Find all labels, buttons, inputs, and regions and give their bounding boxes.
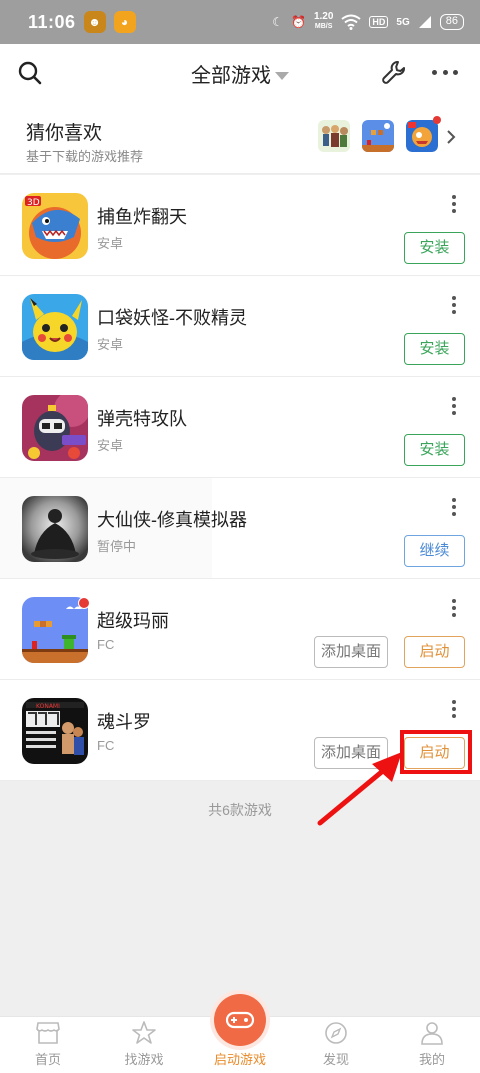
star-icon <box>132 1021 156 1044</box>
more-menu-icon[interactable] <box>432 70 458 76</box>
update-badge-dot <box>78 597 90 609</box>
total-games-count: 共6款游戏 <box>208 802 272 818</box>
game-name: 口袋妖怪-不败精灵 <box>97 308 247 328</box>
game-platform: 安卓 <box>97 236 124 251</box>
game-list: 3D 捕鱼炸翻天 安卓 安装 口袋妖怪-不败精灵 安卓 安装 弹壳特攻队 安卓 … <box>0 175 480 781</box>
game-icon-shooter[interactable] <box>22 395 88 461</box>
game-status: 暂停中 <box>97 539 137 554</box>
more-options-icon[interactable] <box>451 397 457 415</box>
chevron-right-icon[interactable] <box>446 130 456 144</box>
game-platform: FC <box>97 637 115 652</box>
nav-home[interactable]: 首页 <box>0 1017 96 1073</box>
game-platform: FC <box>97 738 115 753</box>
network-type: 5G <box>396 16 410 28</box>
recommended-game-thumbnail[interactable] <box>318 120 350 152</box>
game-platform: 安卓 <box>97 337 124 352</box>
game-icon-cultivator[interactable] <box>22 496 88 562</box>
hd-badge: HD <box>369 16 389 28</box>
add-to-desktop-button[interactable]: 添加桌面 <box>314 636 388 668</box>
nav-discover-label: 发现 <box>322 1052 349 1067</box>
recommend-thumbnails[interactable] <box>318 116 441 152</box>
more-options-icon[interactable] <box>451 599 457 617</box>
notification-app-icon: ☻ <box>83 11 106 33</box>
recommended-game-thumbnail[interactable] <box>406 116 441 152</box>
nav-find-games[interactable]: 找游戏 <box>96 1017 192 1073</box>
page-title[interactable]: 全部游戏 <box>191 65 271 87</box>
gamepad-icon <box>225 1011 255 1029</box>
game-platform: 安卓 <box>97 438 124 453</box>
install-button[interactable]: 安装 <box>404 434 465 466</box>
game-icon-contra[interactable]: KONAMI <box>22 698 88 764</box>
recommend-section[interactable]: 猜你喜欢 基于下载的游戏推荐 <box>0 102 480 174</box>
game-name: 大仙侠-修真模拟器 <box>97 510 247 530</box>
game-row[interactable]: 口袋妖怪-不败精灵 安卓 安装 <box>0 276 480 377</box>
wifi-icon <box>341 14 362 30</box>
nav-find-games-label: 找游戏 <box>124 1052 164 1067</box>
install-button[interactable]: 安装 <box>404 333 465 365</box>
game-row[interactable]: 弹壳特攻队 安卓 安装 <box>0 377 480 478</box>
recommend-title: 猜你喜欢 <box>26 123 103 144</box>
launch-button[interactable]: 启动 <box>404 636 465 668</box>
page-title-dropdown[interactable]: 全部游戏 <box>0 59 480 88</box>
game-name: 捕鱼炸翻天 <box>97 207 187 227</box>
wrench-icon[interactable] <box>381 59 407 85</box>
recommended-game-thumbnail[interactable] <box>362 120 394 152</box>
game-name: 超级玛丽 <box>97 611 169 631</box>
more-options-icon[interactable] <box>451 296 457 314</box>
compass-icon <box>325 1022 347 1044</box>
speed-value: 1.20 <box>313 11 334 22</box>
game-name: 魂斗罗 <box>97 712 151 732</box>
game-row[interactable]: 3D 捕鱼炸翻天 安卓 安装 <box>0 175 480 276</box>
highlight-box <box>400 730 472 774</box>
game-row[interactable]: 超级玛丽 FC 添加桌面 启动 <box>0 579 480 680</box>
network-speed: 1.20 MB/S <box>314 12 333 32</box>
svg-text:3D: 3D <box>27 198 40 208</box>
nav-mine[interactable]: 我的 <box>384 1017 480 1073</box>
alarm-icon: ⏰ <box>290 15 306 29</box>
more-options-icon[interactable] <box>451 498 457 516</box>
caret-down-icon[interactable] <box>275 72 289 81</box>
new-badge-dot <box>433 116 441 124</box>
moon-icon: ☾ <box>272 15 283 29</box>
notification-app-icon: ◕ <box>113 11 136 33</box>
svg-text:KONAMI: KONAMI <box>36 703 60 710</box>
speed-unit: MB/S <box>314 23 333 30</box>
store-icon <box>36 1022 60 1044</box>
add-to-desktop-button[interactable]: 添加桌面 <box>314 737 388 769</box>
game-icon-super-mario[interactable] <box>22 597 88 663</box>
top-bar: 全部游戏 <box>0 44 480 102</box>
status-time: 11:06 <box>28 11 76 32</box>
nav-launch-games-label: 启动游戏 <box>213 1052 266 1067</box>
game-icon-pikachu[interactable] <box>22 294 88 360</box>
install-button[interactable]: 安装 <box>404 232 465 264</box>
person-icon <box>421 1022 443 1045</box>
nav-mine-label: 我的 <box>418 1052 445 1067</box>
game-icon-fish[interactable]: 3D <box>22 193 88 259</box>
more-options-icon[interactable] <box>451 195 457 213</box>
nav-discover[interactable]: 发现 <box>288 1017 384 1073</box>
launch-games-center-button[interactable] <box>214 994 266 1046</box>
continue-download-button[interactable]: 继续 <box>404 535 465 567</box>
game-name: 弹壳特攻队 <box>97 409 187 429</box>
nav-home-label: 首页 <box>34 1052 61 1067</box>
more-options-icon[interactable] <box>451 700 457 718</box>
signal-icon <box>418 16 431 28</box>
battery-indicator: 86 <box>439 14 464 30</box>
game-row[interactable]: KONAMI 魂斗罗 FC 添加桌面 启动 <box>0 680 480 781</box>
recommend-subtitle: 基于下载的游戏推荐 <box>26 149 144 164</box>
game-row[interactable]: 大仙侠-修真模拟器 暂停中 继续 <box>0 478 480 579</box>
status-bar: 11:06 ☻ ◕ ☾ ⏰ 1.20 MB/S HD 5G 86 <box>0 0 480 44</box>
